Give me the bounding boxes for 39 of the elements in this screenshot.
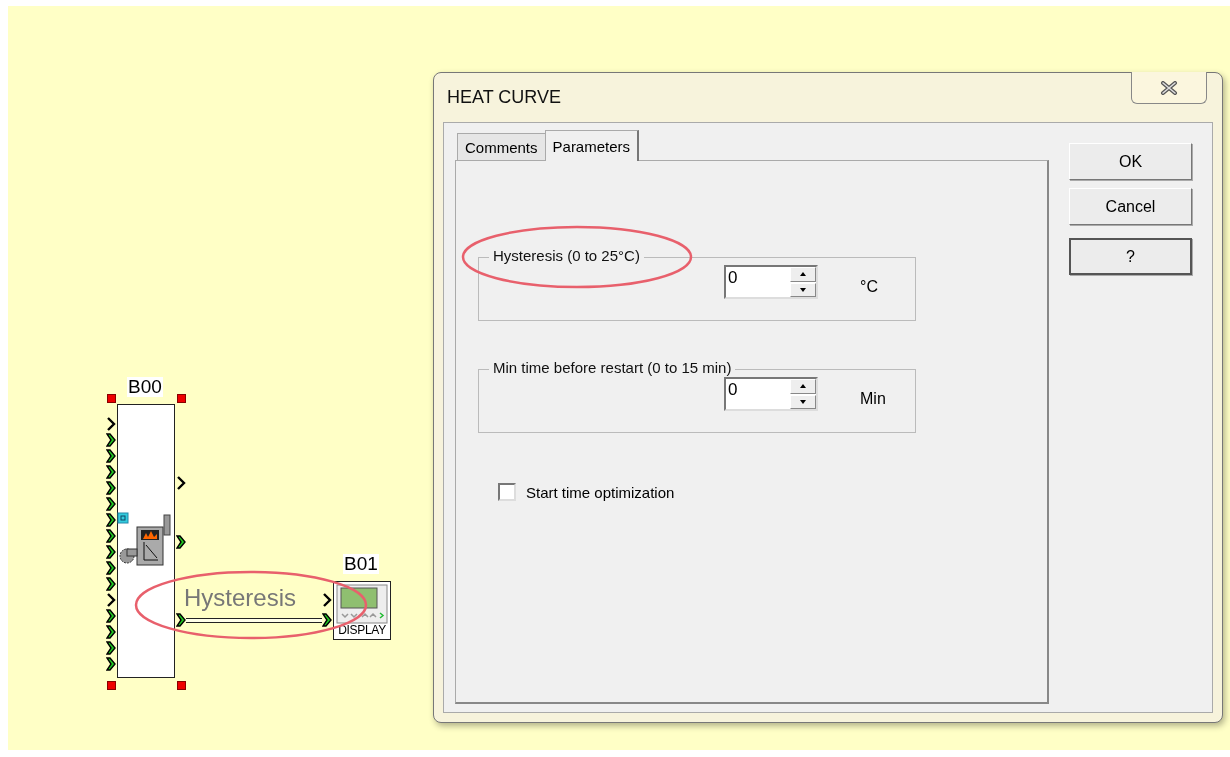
block-label: B01: [343, 554, 379, 574]
spin-down-button[interactable]: [790, 282, 816, 297]
unit-label: °C: [860, 277, 878, 296]
input-port[interactable]: [106, 593, 116, 607]
unit-label: Min: [860, 389, 886, 408]
number-spinner[interactable]: 0: [724, 377, 818, 411]
link-label: Hysteresis: [184, 585, 297, 611]
checkbox[interactable]: [498, 483, 516, 501]
dialog-button[interactable]: Cancel: [1069, 188, 1192, 225]
close-icon: [1160, 80, 1178, 95]
window-title: HEAT CURVE: [447, 87, 562, 108]
dialog-button[interactable]: ?: [1069, 238, 1192, 275]
function-block[interactable]: [117, 404, 175, 678]
down-arrow-icon: [800, 287, 806, 292]
function-block[interactable]: DISPLAY: [333, 581, 391, 640]
input-port[interactable]: [106, 417, 116, 431]
up-arrow-icon: [800, 384, 806, 389]
group-legend: Min time before restart (0 to 15 min): [489, 359, 736, 376]
input-port[interactable]: [322, 593, 332, 607]
group-legend: Hysteresis (0 to 25°C): [489, 247, 644, 264]
close-button[interactable]: [1131, 72, 1207, 104]
spin-down-button[interactable]: [790, 394, 816, 409]
output-port[interactable]: [176, 476, 186, 490]
spin-up-button[interactable]: [790, 267, 816, 282]
tab[interactable]: Comments: [457, 133, 546, 160]
display-device-icon: [336, 584, 388, 624]
selection-handle[interactable]: [177, 394, 186, 403]
number-spinner[interactable]: 0: [724, 265, 818, 299]
selection-handle[interactable]: [107, 681, 116, 690]
block-label: B00: [127, 377, 163, 397]
down-arrow-icon: [800, 399, 806, 404]
selection-handle[interactable]: [177, 681, 186, 690]
dialog-button[interactable]: OK: [1069, 143, 1192, 180]
device-caption: DISPLAY: [338, 624, 386, 637]
up-arrow-icon: [800, 272, 806, 277]
tab[interactable]: Parameters: [544, 130, 640, 161]
selection-handle[interactable]: [107, 394, 116, 403]
checkbox-label: Start time optimization: [526, 483, 675, 501]
spin-up-button[interactable]: [790, 379, 816, 394]
